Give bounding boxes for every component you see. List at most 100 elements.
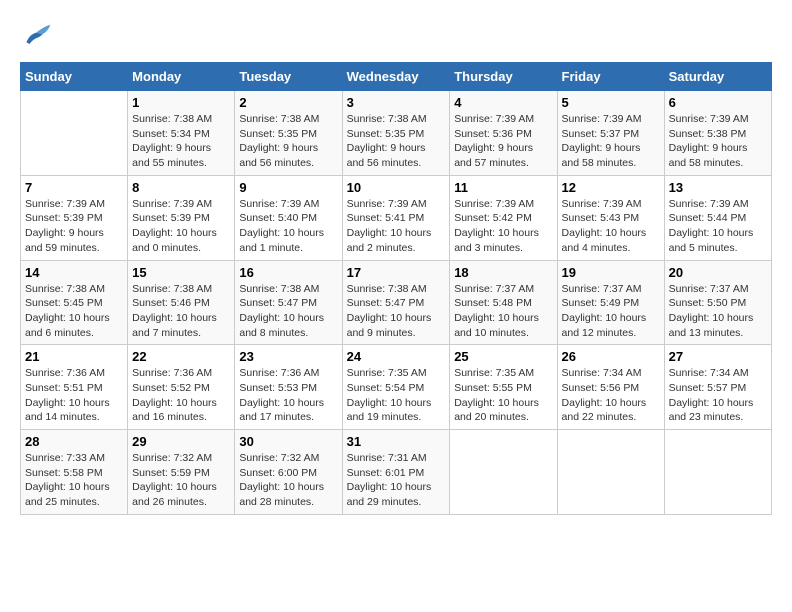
day-info: Sunrise: 7:39 AM Sunset: 5:40 PM Dayligh… [239, 197, 337, 256]
day-number: 19 [562, 265, 660, 280]
day-number: 6 [669, 95, 767, 110]
header-row: SundayMondayTuesdayWednesdayThursdayFrid… [21, 63, 772, 91]
day-number: 1 [132, 95, 230, 110]
day-info: Sunrise: 7:39 AM Sunset: 5:36 PM Dayligh… [454, 112, 552, 171]
day-info: Sunrise: 7:39 AM Sunset: 5:41 PM Dayligh… [347, 197, 446, 256]
day-info: Sunrise: 7:34 AM Sunset: 5:56 PM Dayligh… [562, 366, 660, 425]
day-info: Sunrise: 7:36 AM Sunset: 5:52 PM Dayligh… [132, 366, 230, 425]
day-number: 14 [25, 265, 123, 280]
day-info: Sunrise: 7:35 AM Sunset: 5:54 PM Dayligh… [347, 366, 446, 425]
calendar-cell: 4 Sunrise: 7:39 AM Sunset: 5:36 PM Daylig… [450, 91, 557, 176]
calendar-cell: 13Sunrise: 7:39 AM Sunset: 5:44 PM Dayli… [664, 175, 771, 260]
column-header-friday: Friday [557, 63, 664, 91]
day-number: 25 [454, 349, 552, 364]
day-number: 9 [239, 180, 337, 195]
calendar-cell: 28 Sunrise: 7:33 AM Sunset: 5:58 PM Dayli… [21, 430, 128, 515]
calendar-table: SundayMondayTuesdayWednesdayThursdayFrid… [20, 62, 772, 515]
day-number: 20 [669, 265, 767, 280]
day-number: 30 [239, 434, 337, 449]
column-header-thursday: Thursday [450, 63, 557, 91]
day-number: 27 [669, 349, 767, 364]
day-number: 7 [25, 180, 123, 195]
day-info: Sunrise: 7:32 AM Sunset: 6:00 PM Dayligh… [239, 451, 337, 510]
calendar-cell: 18 Sunrise: 7:37 AM Sunset: 5:48 PM Dayli… [450, 260, 557, 345]
day-number: 13 [669, 180, 767, 195]
calendar-cell: 12 Sunrise: 7:39 AM Sunset: 5:43 PM Dayli… [557, 175, 664, 260]
calendar-cell: 23 Sunrise: 7:36 AM Sunset: 5:53 PM Dayli… [235, 345, 342, 430]
day-info: Sunrise: 7:38 AM Sunset: 5:46 PM Dayligh… [132, 282, 230, 341]
week-row-3: 14 Sunrise: 7:38 AM Sunset: 5:45 PM Dayli… [21, 260, 772, 345]
day-info: Sunrise: 7:37 AM Sunset: 5:48 PM Dayligh… [454, 282, 552, 341]
day-number: 21 [25, 349, 123, 364]
logo-icon [20, 20, 52, 52]
day-number: 8 [132, 180, 230, 195]
day-number: 22 [132, 349, 230, 364]
day-info: Sunrise: 7:38 AM Sunset: 5:47 PM Dayligh… [347, 282, 446, 341]
day-info: Sunrise: 7:36 AM Sunset: 5:53 PM Dayligh… [239, 366, 337, 425]
calendar-cell: 6 Sunrise: 7:39 AM Sunset: 5:38 PM Daylig… [664, 91, 771, 176]
calendar-cell: 17 Sunrise: 7:38 AM Sunset: 5:47 PM Dayli… [342, 260, 450, 345]
calendar-cell: 3 Sunrise: 7:38 AM Sunset: 5:35 PM Daylig… [342, 91, 450, 176]
calendar-header: SundayMondayTuesdayWednesdayThursdayFrid… [21, 63, 772, 91]
week-row-4: 21 Sunrise: 7:36 AM Sunset: 5:51 PM Dayli… [21, 345, 772, 430]
column-header-monday: Monday [128, 63, 235, 91]
day-number: 26 [562, 349, 660, 364]
calendar-body: 1 Sunrise: 7:38 AM Sunset: 5:34 PM Daylig… [21, 91, 772, 515]
day-number: 17 [347, 265, 446, 280]
day-info: Sunrise: 7:39 AM Sunset: 5:43 PM Dayligh… [562, 197, 660, 256]
week-row-1: 1 Sunrise: 7:38 AM Sunset: 5:34 PM Daylig… [21, 91, 772, 176]
day-info: Sunrise: 7:38 AM Sunset: 5:35 PM Dayligh… [347, 112, 446, 171]
day-number: 5 [562, 95, 660, 110]
day-number: 28 [25, 434, 123, 449]
column-header-tuesday: Tuesday [235, 63, 342, 91]
day-number: 16 [239, 265, 337, 280]
day-number: 29 [132, 434, 230, 449]
calendar-cell: 7 Sunrise: 7:39 AM Sunset: 5:39 PM Daylig… [21, 175, 128, 260]
day-info: Sunrise: 7:39 AM Sunset: 5:42 PM Dayligh… [454, 197, 552, 256]
calendar-cell [21, 91, 128, 176]
day-info: Sunrise: 7:38 AM Sunset: 5:45 PM Dayligh… [25, 282, 123, 341]
page-header [20, 20, 772, 52]
calendar-cell: 25 Sunrise: 7:35 AM Sunset: 5:55 PM Dayli… [450, 345, 557, 430]
day-info: Sunrise: 7:38 AM Sunset: 5:35 PM Dayligh… [239, 112, 337, 171]
day-info: Sunrise: 7:35 AM Sunset: 5:55 PM Dayligh… [454, 366, 552, 425]
week-row-5: 28 Sunrise: 7:33 AM Sunset: 5:58 PM Dayli… [21, 430, 772, 515]
calendar-cell: 22 Sunrise: 7:36 AM Sunset: 5:52 PM Dayli… [128, 345, 235, 430]
week-row-2: 7 Sunrise: 7:39 AM Sunset: 5:39 PM Daylig… [21, 175, 772, 260]
day-info: Sunrise: 7:32 AM Sunset: 5:59 PM Dayligh… [132, 451, 230, 510]
calendar-cell: 29 Sunrise: 7:32 AM Sunset: 5:59 PM Dayli… [128, 430, 235, 515]
day-number: 11 [454, 180, 552, 195]
day-number: 4 [454, 95, 552, 110]
calendar-cell: 16Sunrise: 7:38 AM Sunset: 5:47 PM Dayli… [235, 260, 342, 345]
calendar-cell: 24Sunrise: 7:35 AM Sunset: 5:54 PM Dayli… [342, 345, 450, 430]
day-number: 12 [562, 180, 660, 195]
day-info: Sunrise: 7:37 AM Sunset: 5:50 PM Dayligh… [669, 282, 767, 341]
day-number: 23 [239, 349, 337, 364]
calendar-cell: 9 Sunrise: 7:39 AM Sunset: 5:40 PM Daylig… [235, 175, 342, 260]
column-header-saturday: Saturday [664, 63, 771, 91]
calendar-cell: 10Sunrise: 7:39 AM Sunset: 5:41 PM Dayli… [342, 175, 450, 260]
day-info: Sunrise: 7:34 AM Sunset: 5:57 PM Dayligh… [669, 366, 767, 425]
calendar-cell: 14 Sunrise: 7:38 AM Sunset: 5:45 PM Dayli… [21, 260, 128, 345]
day-info: Sunrise: 7:33 AM Sunset: 5:58 PM Dayligh… [25, 451, 123, 510]
day-number: 15 [132, 265, 230, 280]
day-number: 31 [347, 434, 446, 449]
day-info: Sunrise: 7:39 AM Sunset: 5:37 PM Dayligh… [562, 112, 660, 171]
day-info: Sunrise: 7:39 AM Sunset: 5:39 PM Dayligh… [25, 197, 123, 256]
calendar-cell: 20 Sunrise: 7:37 AM Sunset: 5:50 PM Dayli… [664, 260, 771, 345]
day-info: Sunrise: 7:38 AM Sunset: 5:34 PM Dayligh… [132, 112, 230, 171]
calendar-cell: 26 Sunrise: 7:34 AM Sunset: 5:56 PM Dayli… [557, 345, 664, 430]
calendar-cell [450, 430, 557, 515]
calendar-cell: 5 Sunrise: 7:39 AM Sunset: 5:37 PM Daylig… [557, 91, 664, 176]
day-info: Sunrise: 7:36 AM Sunset: 5:51 PM Dayligh… [25, 366, 123, 425]
calendar-cell [664, 430, 771, 515]
day-number: 18 [454, 265, 552, 280]
calendar-cell: 1 Sunrise: 7:38 AM Sunset: 5:34 PM Daylig… [128, 91, 235, 176]
calendar-cell: 11 Sunrise: 7:39 AM Sunset: 5:42 PM Dayli… [450, 175, 557, 260]
calendar-cell: 21 Sunrise: 7:36 AM Sunset: 5:51 PM Dayli… [21, 345, 128, 430]
logo [20, 20, 56, 52]
day-number: 3 [347, 95, 446, 110]
day-info: Sunrise: 7:39 AM Sunset: 5:38 PM Dayligh… [669, 112, 767, 171]
calendar-cell [557, 430, 664, 515]
day-info: Sunrise: 7:37 AM Sunset: 5:49 PM Dayligh… [562, 282, 660, 341]
